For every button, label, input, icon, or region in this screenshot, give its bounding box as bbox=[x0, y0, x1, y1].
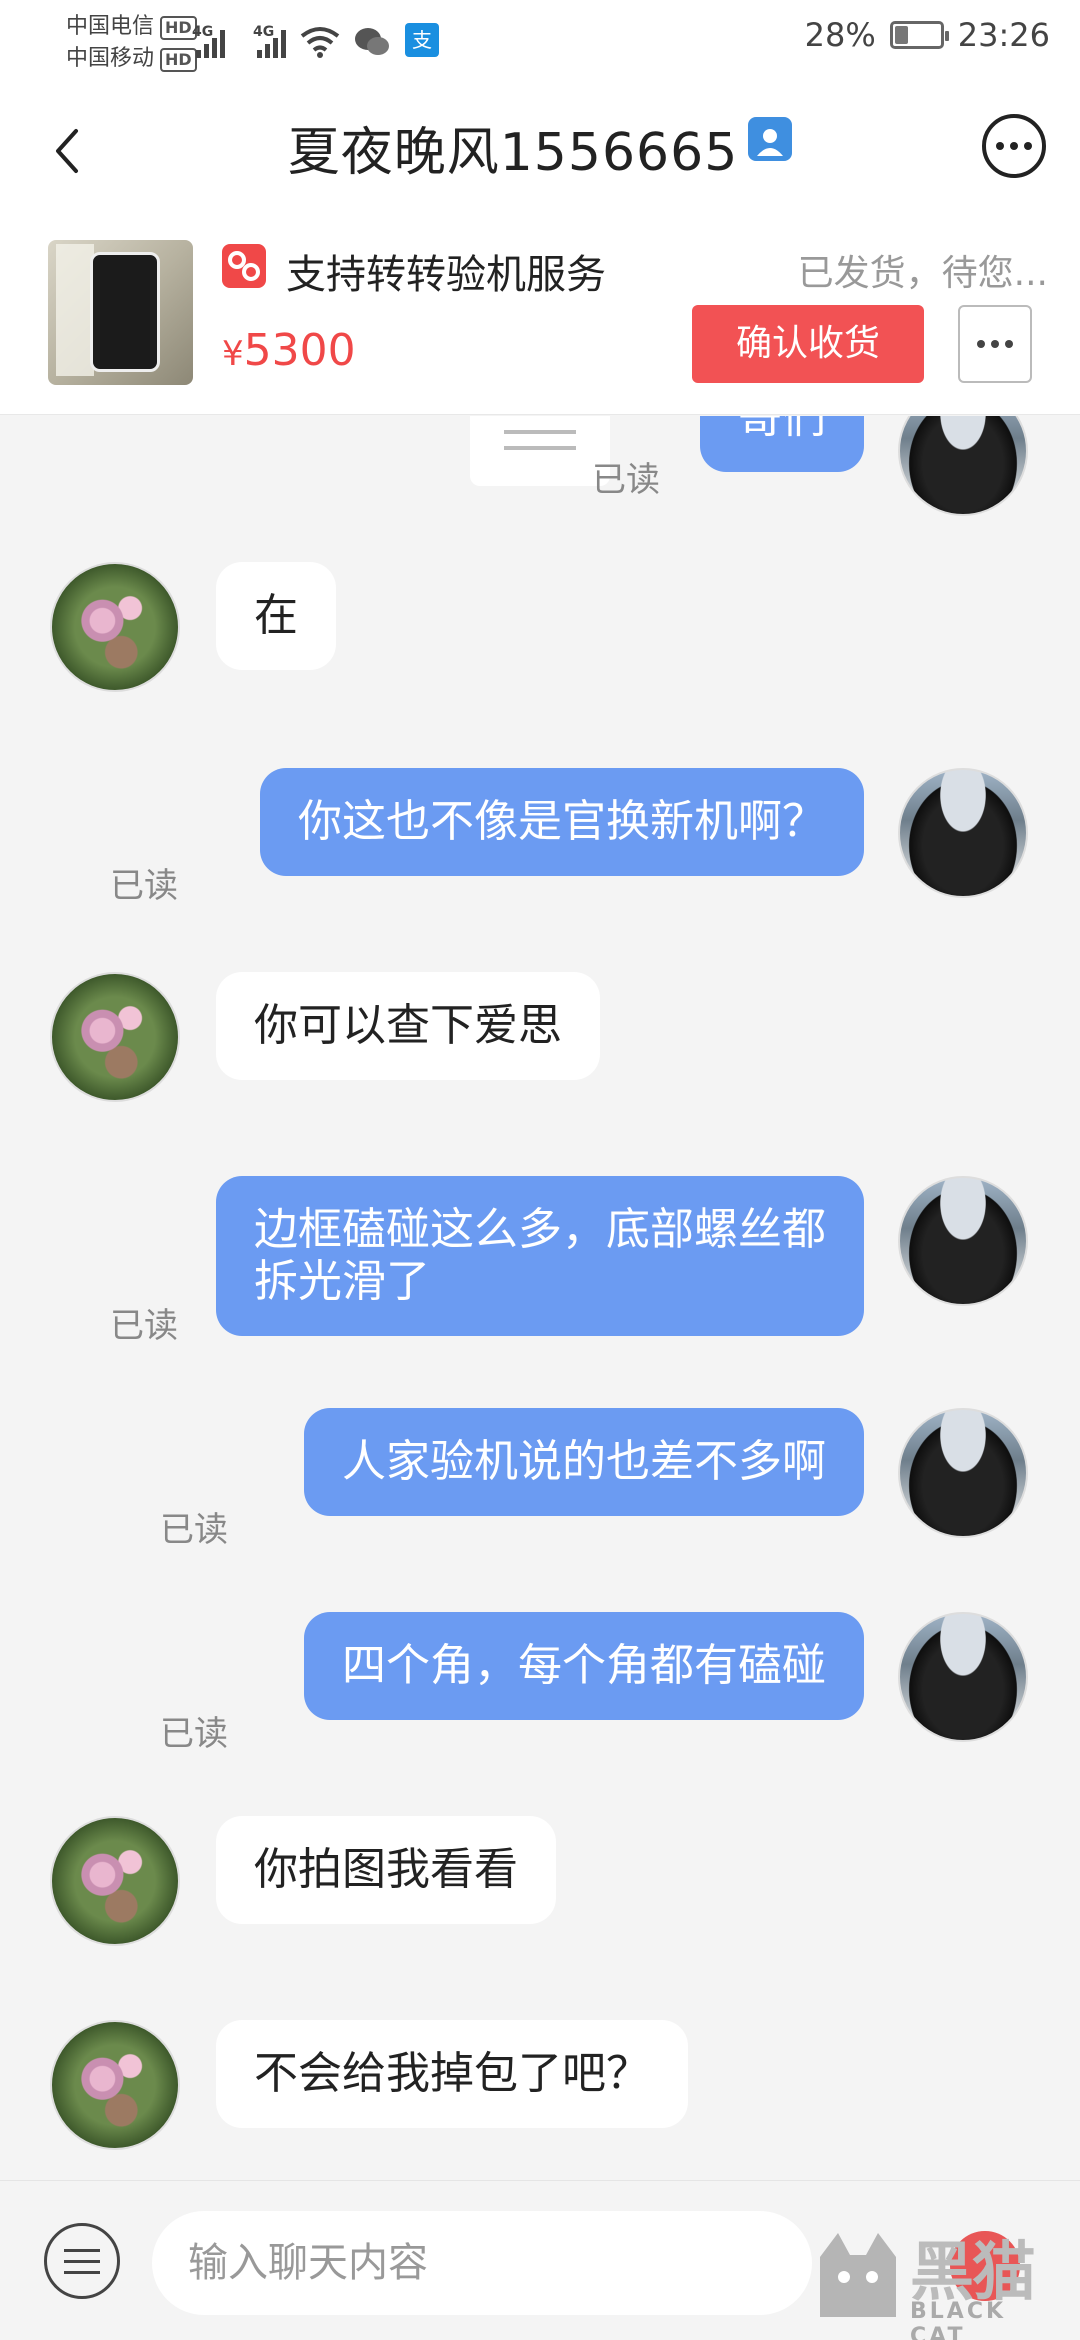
contact-card-icon[interactable] bbox=[748, 117, 793, 161]
product-thumbnail[interactable] bbox=[48, 240, 193, 385]
message-bubble-incoming[interactable]: 你拍图我看看 bbox=[216, 1816, 556, 1924]
message-bubble-incoming[interactable]: 你可以查下爱思 bbox=[216, 972, 600, 1080]
read-receipt: 已读 bbox=[592, 460, 660, 500]
message-bubble-outgoing[interactable]: 边框磕碰这么多，底部螺丝都拆光滑了 bbox=[216, 1176, 864, 1336]
price: ¥5300 bbox=[222, 325, 356, 376]
status-bar: 中国电信 HD 中国移动 HD 4G 4G 支 28% 23:26 bbox=[0, 0, 1080, 80]
confirm-receipt-button[interactable]: 确认收货 bbox=[692, 305, 924, 383]
wechat-icon bbox=[354, 26, 390, 58]
message-text: 不会给我掉包了吧？ bbox=[254, 2048, 650, 2099]
chat-header: 夏夜晚风1556665 bbox=[0, 80, 1080, 220]
avatar-contact[interactable] bbox=[50, 562, 180, 692]
status-right: 28% 23:26 bbox=[805, 16, 1050, 54]
input-bar: 黑猫 BLACK CAT bbox=[0, 2180, 1080, 2340]
network-label-2: 4G bbox=[253, 24, 275, 40]
message-text: 人家验机说的也差不多啊 bbox=[342, 1436, 826, 1487]
order-status: 已发货，待您... bbox=[797, 253, 1048, 294]
avatar-self[interactable] bbox=[898, 1612, 1028, 1742]
network-label-1: 4G bbox=[192, 24, 214, 40]
chat-input[interactable] bbox=[152, 2211, 812, 2315]
price-value: 5300 bbox=[243, 325, 356, 376]
product-bar: 支持转转验机服务 已发货，待您... ¥5300 确认收货 bbox=[0, 220, 1080, 415]
chat-area[interactable]: 哥们 已读 在 你这也不像是官换新机啊？ 已读 你可以查下爱思 边框磕碰这么多，… bbox=[0, 416, 1080, 2180]
message-text: 哥们 bbox=[738, 416, 826, 443]
avatar-contact[interactable] bbox=[50, 2020, 180, 2150]
carrier-1-label: 中国电信 bbox=[66, 14, 155, 39]
read-receipt: 已读 bbox=[160, 1714, 228, 1754]
watermark-subtext: BLACK CAT bbox=[910, 2299, 1007, 2340]
battery-fill bbox=[894, 26, 908, 44]
message-bubble-outgoing[interactable]: 人家验机说的也差不多啊 bbox=[304, 1408, 864, 1516]
message-bubble-outgoing[interactable]: 你这也不像是官换新机啊？ bbox=[260, 768, 864, 876]
alipay-icon: 支 bbox=[404, 22, 440, 58]
battery-icon bbox=[889, 21, 949, 49]
read-receipt: 已读 bbox=[160, 1510, 228, 1550]
avatar-self[interactable] bbox=[898, 1408, 1028, 1538]
message-bubble-incoming[interactable]: 在 bbox=[216, 562, 336, 670]
message-text: 四个角，每个角都有磕碰 bbox=[342, 1640, 826, 1691]
carrier-1: 中国电信 HD bbox=[66, 8, 197, 40]
message-text: 你这也不像是官换新机啊？ bbox=[298, 796, 826, 847]
message-text: 边框磕碰这么多，底部螺丝都拆光滑了 bbox=[254, 1204, 826, 1307]
message-bubble-outgoing[interactable]: 哥们 bbox=[700, 416, 864, 472]
message-text: 在 bbox=[254, 590, 298, 641]
order-more-button[interactable] bbox=[958, 305, 1032, 383]
watermark: 黑猫 BLACK CAT bbox=[800, 2221, 1070, 2340]
avatar-contact[interactable] bbox=[50, 1816, 180, 1946]
message-bubble-outgoing[interactable]: 四个角，每个角都有磕碰 bbox=[304, 1612, 864, 1720]
page-title: 夏夜晚风1556665 bbox=[0, 110, 1080, 185]
avatar-self[interactable] bbox=[898, 416, 1028, 516]
more-options-button[interactable] bbox=[982, 114, 1046, 178]
avatar-self[interactable] bbox=[898, 768, 1028, 898]
message-text: 你拍图我看看 bbox=[254, 1844, 518, 1895]
hd-badge-2: HD bbox=[160, 48, 197, 72]
read-receipt: 已读 bbox=[110, 1306, 178, 1346]
carrier-2: 中国移动 HD bbox=[66, 40, 197, 72]
signal-icon-1: 4G bbox=[192, 24, 225, 58]
svg-text:支: 支 bbox=[412, 28, 432, 52]
message-text: 你可以查下爱思 bbox=[254, 1000, 562, 1051]
contact-name: 夏夜晚风1556665 bbox=[287, 123, 739, 183]
avatar-contact[interactable] bbox=[50, 972, 180, 1102]
price-symbol: ¥ bbox=[222, 334, 244, 374]
signal-icon-2: 4G bbox=[253, 24, 286, 58]
service-text: 支持转转验机服务 bbox=[286, 252, 606, 298]
status-icons: 4G 4G 支 bbox=[192, 14, 440, 58]
battery-percent: 28% bbox=[804, 16, 876, 54]
avatar-self[interactable] bbox=[898, 1176, 1028, 1306]
carrier-2-label: 中国移动 bbox=[66, 46, 155, 71]
wifi-icon bbox=[300, 26, 340, 58]
scroll-handle[interactable] bbox=[470, 416, 610, 486]
black-cat-logo bbox=[820, 2233, 896, 2317]
inspection-service-icon bbox=[222, 244, 266, 288]
read-receipt: 已读 bbox=[110, 866, 178, 906]
message-bubble-incoming[interactable]: 不会给我掉包了吧？ bbox=[216, 2020, 688, 2128]
menu-button[interactable] bbox=[44, 2223, 120, 2299]
clock: 23:26 bbox=[957, 16, 1050, 54]
